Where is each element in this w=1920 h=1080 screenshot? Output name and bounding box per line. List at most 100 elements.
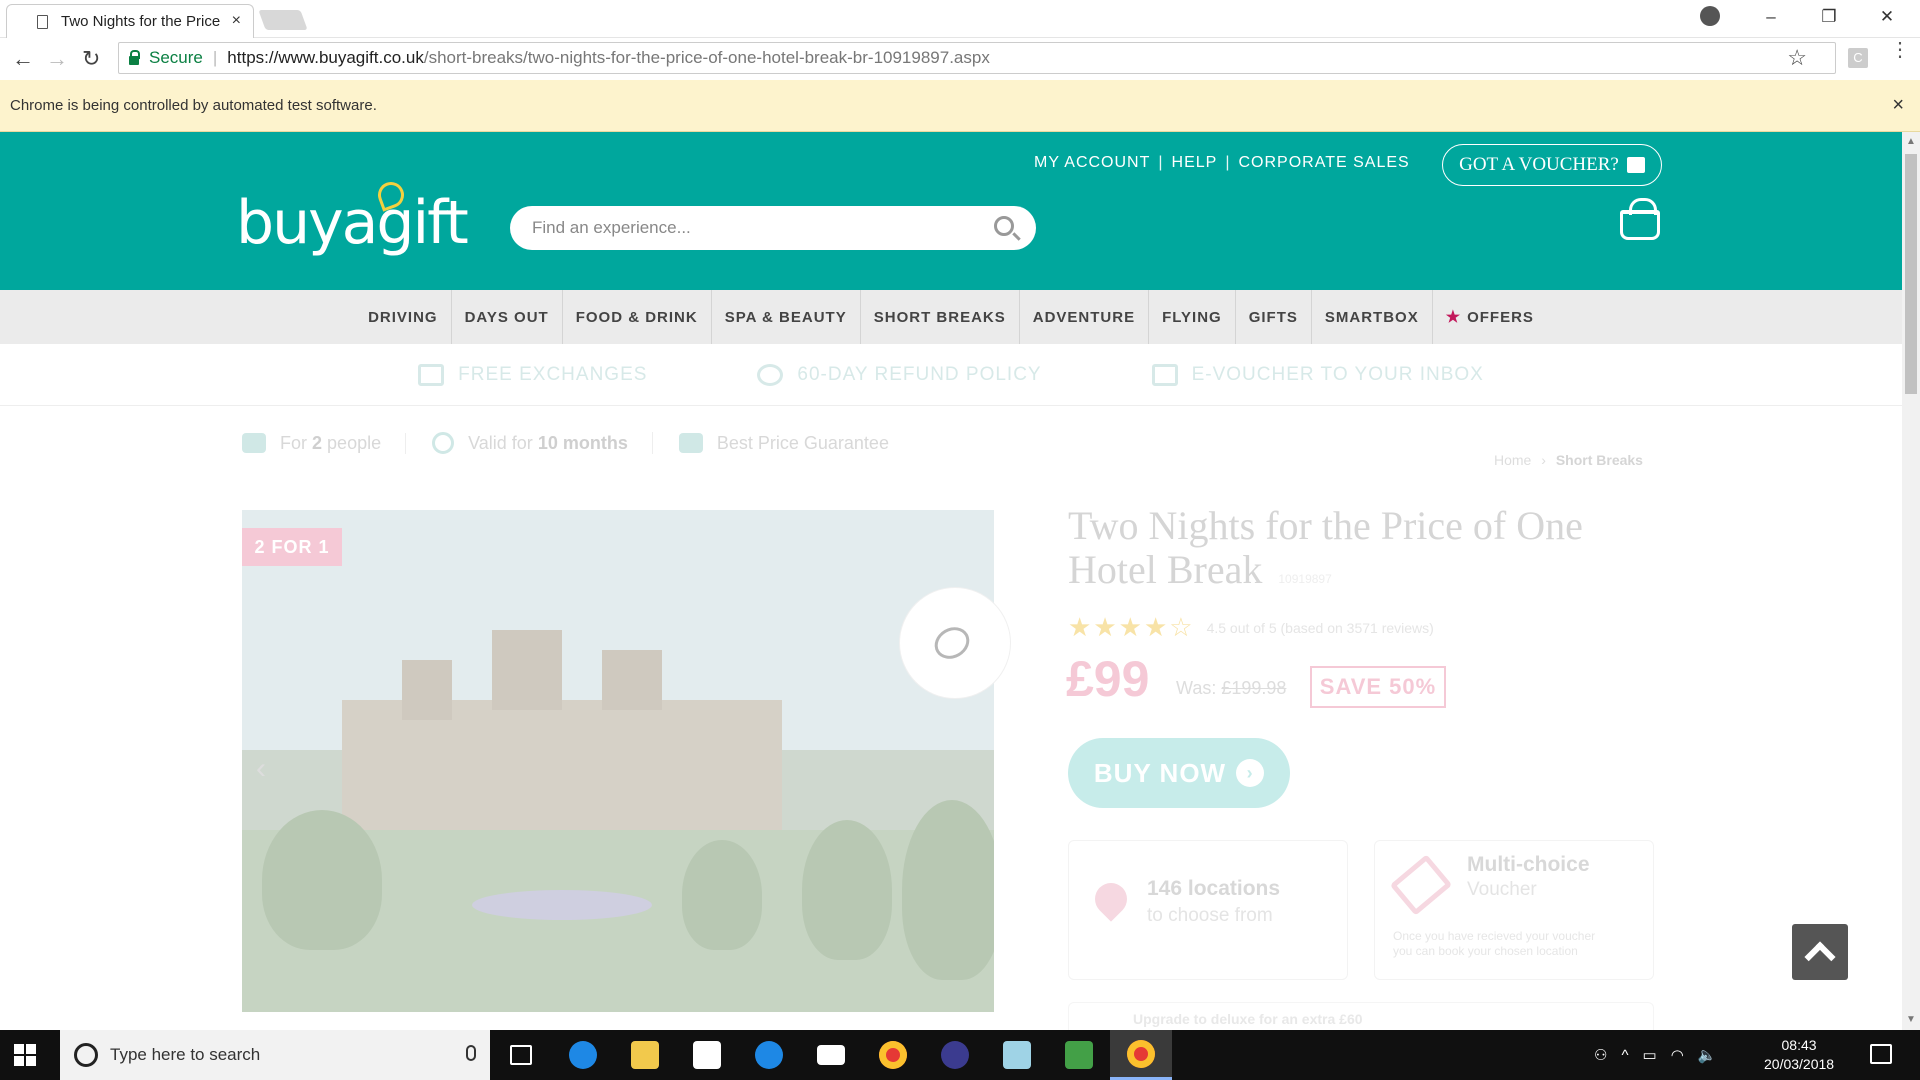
search-input[interactable]: Find an experience... [510,206,1036,250]
chrome-menu-icon[interactable]: ⋮ [1890,40,1910,60]
nav-flying[interactable]: FLYING [1149,290,1236,344]
app-blue-icon[interactable] [738,1030,800,1080]
address-bar[interactable]: Secure | https://www.buyagift.co.uk /sho… [118,42,1836,74]
voucher-type-card[interactable]: Multi-choice Voucher Once you have recie… [1374,840,1654,980]
price-guarantee-info: Best Price Guarantee [678,433,913,454]
buy-now-button[interactable]: BUY NOW › [1068,738,1290,808]
voucher-type: Multi-choice [1467,853,1590,876]
infobar-text: Chrome is being controlled by automated … [10,97,377,114]
action-center-icon[interactable] [1870,1044,1892,1064]
chrome-icon[interactable] [862,1030,924,1080]
wifi-icon[interactable]: ◠ [1671,1046,1684,1064]
chevron-right-icon: › [1236,759,1265,787]
chrome-active-icon[interactable] [1110,1030,1172,1080]
infobar-close-icon[interactable]: × [1892,94,1904,117]
page-scrollbar[interactable]: ▲ ▼ [1902,132,1920,1030]
help-link[interactable]: HELP [1172,154,1218,172]
cash-icon [678,433,703,453]
bookmark-star-icon[interactable]: ☆ [1787,45,1807,71]
shuffle-icon [418,363,445,386]
star-icon: ★ [1093,612,1117,642]
clock-icon [432,432,455,454]
save-badge: SAVE 50% [1310,666,1446,708]
nav-driving[interactable]: DRIVING [355,290,452,344]
page-icon [37,15,48,29]
edge-icon[interactable] [552,1030,614,1080]
close-window-button[interactable]: ✕ [1858,0,1916,34]
was-price: Was: £199.98 [1176,678,1287,698]
gift-icon [1626,157,1645,173]
rating-stars[interactable]: ★ ★ ★ ★ ☆ 4.5 out of 5 (based on 3571 review… [1068,612,1434,643]
store-icon[interactable] [676,1030,738,1080]
carousel-prev-icon[interactable]: ‹ [256,752,266,786]
people-icon[interactable]: ⚇ [1594,1046,1607,1064]
breadcrumb: Home › Short Breaks [1494,452,1643,468]
battery-icon[interactable]: ▭ [1643,1046,1657,1064]
breadcrumb-current: Short Breaks [1555,452,1643,468]
two-for-one-badge: 2 FOR 1 [242,528,342,566]
nav-spa-beauty[interactable]: SPA & BEAUTY [712,290,861,344]
volume-icon[interactable]: 🔈 [1698,1046,1717,1064]
chevron-up-icon[interactable]: ^ [1621,1047,1628,1064]
extension-icon[interactable]: C [1848,48,1868,68]
taskbar-search[interactable]: Type here to search [60,1030,490,1080]
windows-start-icon[interactable] [14,1044,36,1066]
eclipse-icon[interactable] [924,1030,986,1080]
loading-spinner [900,588,1010,698]
locations-card[interactable]: 146 locations to choose from [1068,840,1348,980]
nav-smartbox[interactable]: SMARTBOX [1312,290,1433,344]
back-to-top-button[interactable] [1792,924,1848,980]
nav-adventure[interactable]: ADVENTURE [1020,290,1150,344]
task-view-icon[interactable] [490,1030,552,1080]
new-tab-button[interactable] [258,10,308,30]
nav-days-out[interactable]: DAYS OUT [452,290,563,344]
tab-close-icon[interactable]: × [232,12,241,30]
microphone-icon[interactable] [466,1045,476,1061]
people-info: For 2 people [242,432,407,454]
nav-short-breaks[interactable]: SHORT BREAKS [861,290,1020,344]
browser-tab[interactable]: Two Nights for the Price × [6,4,254,38]
usp-evoucher: E-VOUCHER TO YOUR INBOX [1151,363,1484,386]
got-a-voucher-button[interactable]: GOT A VOUCHER? [1442,144,1662,186]
taskbar-clock[interactable]: 08:43 20/03/2018 [1764,1036,1834,1074]
search-icon[interactable] [994,216,1014,236]
category-nav: DRIVING DAYS OUT FOOD & DRINK SPA & BEAU… [0,290,1902,344]
reload-button[interactable]: ↻ [82,46,100,72]
buyagift-logo[interactable]: buyagift [236,188,469,258]
nav-gifts[interactable]: GIFTS [1236,290,1312,344]
product-image-carousel[interactable]: 2 FOR 1 [242,510,994,1012]
breadcrumb-home[interactable]: Home [1494,452,1531,468]
voucher-button-label: GOT A VOUCHER? [1459,154,1619,175]
voucher-note: Once you have recieved your voucher you … [1393,929,1596,958]
url-host: https://www.buyagift.co.uk [227,48,424,67]
restore-button[interactable]: ❐ [1800,0,1858,34]
locations-count: 146 locations [1147,877,1281,900]
upgrade-deluxe-bar[interactable]: Upgrade to deluxe for an extra £60 [1068,1002,1654,1030]
usp-label: E-VOUCHER TO YOUR INBOX [1191,363,1484,385]
corporate-sales-link[interactable]: CORPORATE SALES [1239,154,1410,172]
notepad-icon[interactable] [986,1030,1048,1080]
envelope-icon [1151,363,1178,386]
minimize-button[interactable]: – [1742,0,1800,34]
back-button[interactable]: ← [12,46,34,72]
tab-bar: Two Nights for the Price × – ❐ ✕ [0,0,1920,38]
price: £99 [1066,651,1150,707]
bow-icon [928,621,976,665]
profile-icon[interactable] [1700,6,1720,26]
basket-icon[interactable] [1620,198,1660,240]
my-account-link[interactable]: MY ACCOUNT [1034,154,1150,172]
file-explorer-icon[interactable] [614,1030,676,1080]
scrollbar-thumb[interactable] [1905,154,1917,394]
rating-text: 4.5 out of 5 (based on 3571 reviews) [1206,619,1434,636]
nav-offers-label: OFFERS [1467,308,1534,326]
forward-button[interactable]: → [46,46,68,72]
mail-icon[interactable] [800,1030,862,1080]
site-header: MY ACCOUNT | HELP | CORPORATE SALES GOT … [0,132,1902,290]
product-code: 10919897 [1278,572,1332,586]
nav-offers[interactable]: ★ OFFERS [1433,290,1547,344]
people-icon [242,433,266,453]
ticket-icon [1389,854,1453,916]
nav-food-drink[interactable]: FOOD & DRINK [563,290,712,344]
usp-label: 60-DAY REFUND POLICY [797,363,1042,385]
app-green-icon[interactable] [1048,1030,1110,1080]
